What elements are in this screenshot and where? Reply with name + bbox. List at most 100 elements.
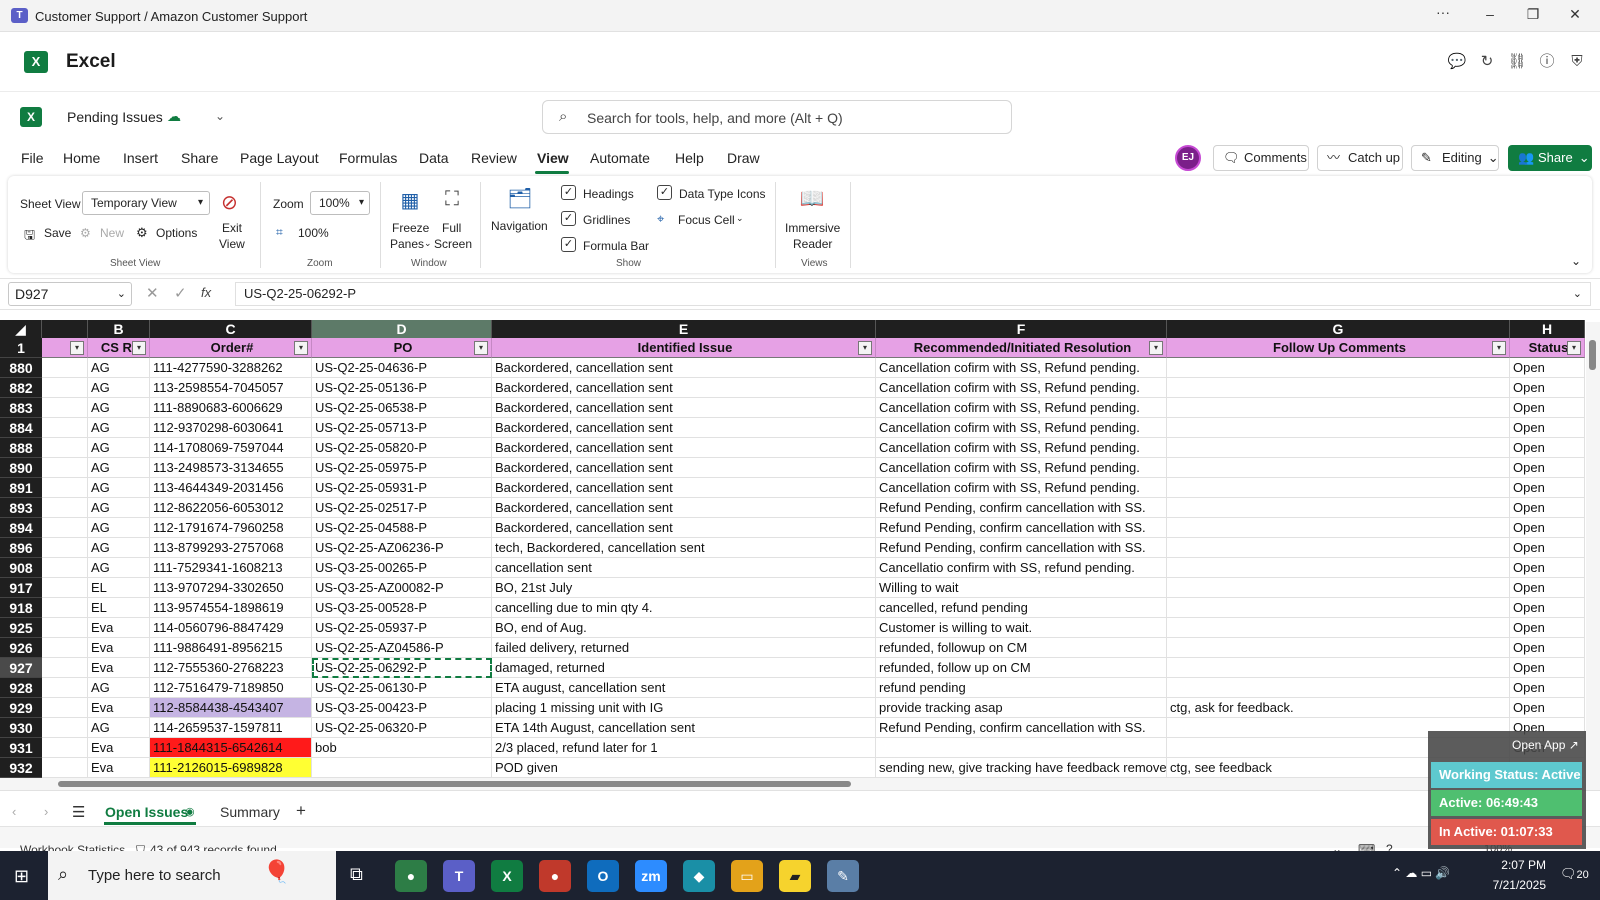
cell-h[interactable]: Open [1510,678,1585,698]
cell-e[interactable]: Backordered, cancellation sent [492,398,876,418]
cell-a[interactable] [42,758,88,778]
cell-e[interactable]: Backordered, cancellation sent [492,478,876,498]
open-app-link[interactable]: Open App ↗ [1512,738,1579,752]
search-box[interactable]: ⌕ Search for tools, help, and more (Alt … [542,100,1012,134]
gridlines-checkbox[interactable]: ✓ [561,211,576,226]
cell-e[interactable]: BO, 21st July [492,578,876,598]
header-cell-b[interactable]: CS Re ▾ [88,338,150,358]
cell-c[interactable]: 111-2126015-6989828 [150,758,312,778]
next-sheet-icon[interactable]: › [44,804,48,819]
cell-a[interactable] [42,598,88,618]
cell-a[interactable] [42,418,88,438]
header-cell-f[interactable]: Recommended/Initiated Resolution ▾ [876,338,1167,358]
cell-b[interactable]: Eva [88,698,150,718]
cell-g[interactable] [1167,418,1510,438]
data-type-icons-checkbox[interactable]: ✓ [657,185,672,200]
cell-h[interactable]: Open [1510,598,1585,618]
windows-start-icon[interactable]: ⊞ [14,866,29,887]
cell-e[interactable]: ETA 14th August, cancellation sent [492,718,876,738]
row-header[interactable]: 884 [0,418,42,438]
row-header[interactable]: 888 [0,438,42,458]
row-header[interactable]: 891 [0,478,42,498]
cell-d[interactable]: US-Q2-25-05136-P [312,378,492,398]
filter-dropdown-icon[interactable]: ▾ [132,341,146,355]
cell-c[interactable]: 113-4644349-2031456 [150,478,312,498]
cell-c[interactable]: 114-2659537-1597811 [150,718,312,738]
cell-e[interactable]: failed delivery, returned [492,638,876,658]
excel-taskbar-icon[interactable]: X [491,860,523,892]
cell-a[interactable] [42,458,88,478]
active-cell[interactable]: US-Q2-25-06292-P [312,658,492,678]
cell-d[interactable]: US-Q2-25-06538-P [312,398,492,418]
row-header[interactable]: 896 [0,538,42,558]
menu-review[interactable]: Review [471,150,517,166]
cell-f[interactable]: Willing to wait [876,578,1167,598]
full-screen-label-2[interactable]: Screen [434,237,472,251]
cell-b[interactable]: AG [88,478,150,498]
cell-f[interactable]: Cancellation cofirm with SS, Refund pend… [876,398,1167,418]
row-header[interactable]: 926 [0,638,42,658]
cell-b[interactable]: AG [88,558,150,578]
immersive-label-2[interactable]: Reader [793,237,832,251]
cell-b[interactable]: AG [88,518,150,538]
refresh-icon[interactable]: ↻ [1477,52,1497,72]
cell-f[interactable]: Cancellation cofirm with SS, Refund pend… [876,438,1167,458]
cell-h[interactable]: Open [1510,418,1585,438]
row-header[interactable]: 918 [0,598,42,618]
cell-c[interactable]: 112-7516479-7189850 [150,678,312,698]
cell-a[interactable] [42,678,88,698]
cell-b[interactable]: AG [88,458,150,478]
cell-e[interactable]: POD given [492,758,876,778]
cell-f[interactable] [876,738,1167,758]
cell-a[interactable] [42,718,88,738]
cell-b[interactable]: AG [88,358,150,378]
cell-b[interactable]: AG [88,378,150,398]
chat-icon[interactable]: 💬 [1447,52,1467,72]
filter-dropdown-icon[interactable]: ▾ [294,341,308,355]
cell-f[interactable]: Refund Pending, confirm cancellation wit… [876,518,1167,538]
cell-e[interactable]: Backordered, cancellation sent [492,358,876,378]
menu-help[interactable]: Help [675,150,704,166]
cell-b[interactable]: EL [88,578,150,598]
cell-d[interactable]: US-Q2-25-06130-P [312,678,492,698]
cell-c[interactable]: 112-7555360-2768223 [150,658,312,678]
save-button[interactable]: Save [44,226,71,240]
cancel-icon[interactable]: ✕ [146,284,159,302]
row-header[interactable]: 1 [0,338,42,358]
cell-e[interactable]: BO, end of Aug. [492,618,876,638]
row-header[interactable]: 925 [0,618,42,638]
confirm-icon[interactable]: ✓ [174,284,187,302]
menu-share[interactable]: Share [181,150,218,166]
name-box[interactable]: D927 ⌄ [8,282,132,306]
cell-f[interactable]: Cancellation cofirm with SS, Refund pend… [876,418,1167,438]
row-header[interactable]: 880 [0,358,42,378]
menu-page-layout[interactable]: Page Layout [240,150,319,166]
chevron-down-icon[interactable]: ⌄ [215,109,225,123]
task-view-icon[interactable]: ⧉ [350,864,363,885]
filter-dropdown-icon[interactable]: ▾ [1149,341,1163,355]
cell-d[interactable]: US-Q2-25-05713-P [312,418,492,438]
chrome-profile-icon[interactable]: ● [539,860,571,892]
cell-e[interactable]: Backordered, cancellation sent [492,378,876,398]
cell-c[interactable]: 111-1844315-6542614 [150,738,312,758]
taskbar-search-input[interactable]: Type here to search [88,867,221,884]
cell-h[interactable]: Open [1510,658,1585,678]
cell-e[interactable]: Backordered, cancellation sent [492,498,876,518]
cell-b[interactable]: Eva [88,758,150,778]
cell-f[interactable]: Refund Pending, confirm cancellation wit… [876,538,1167,558]
cell-g[interactable] [1167,618,1510,638]
menu-data[interactable]: Data [419,150,449,166]
cell-a[interactable] [42,378,88,398]
cell-b[interactable]: Eva [88,638,150,658]
exit-view-label-2[interactable]: View [219,237,245,251]
cell-e[interactable]: 2/3 placed, refund later for 1 [492,738,876,758]
cell-f[interactable]: refunded, follow up on CM [876,658,1167,678]
document-name[interactable]: Pending Issues [67,109,163,125]
cell-b[interactable]: Eva [88,738,150,758]
menu-automate[interactable]: Automate [590,150,650,166]
cell-a[interactable] [42,658,88,678]
cell-f[interactable]: provide tracking asap [876,698,1167,718]
cell-f[interactable]: refund pending [876,678,1167,698]
cell-e[interactable]: damaged, returned [492,658,876,678]
cell-d[interactable]: US-Q3-25-00423-P [312,698,492,718]
